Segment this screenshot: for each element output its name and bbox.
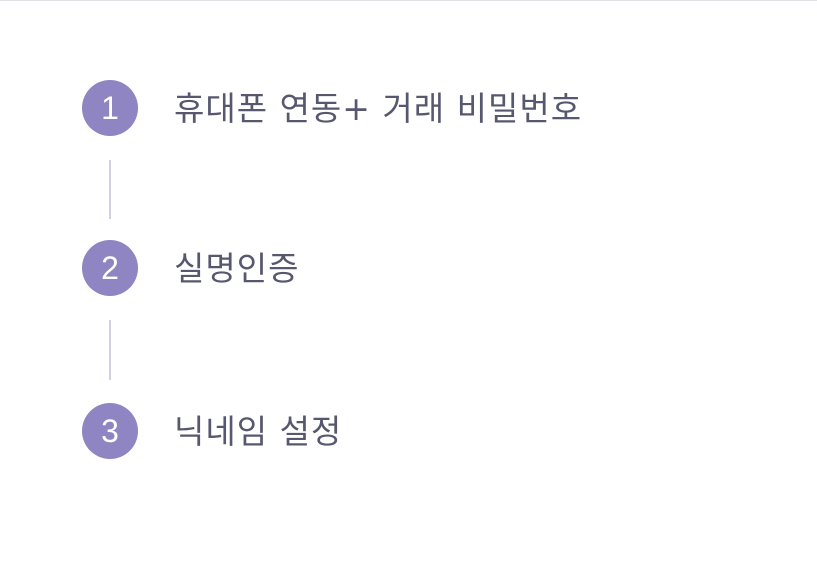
step-identity-verification: 2 실명인증	[82, 240, 299, 296]
step-nickname-setup: 3 닉네임 설정	[82, 403, 342, 459]
step-number-badge: 3	[82, 403, 138, 459]
step-label: 휴대폰 연동+ 거래 비밀번호	[174, 88, 583, 128]
step-connector-line	[109, 320, 111, 380]
step-label: 닉네임 설정	[174, 411, 343, 451]
step-phone-link-password: 1 휴대폰 연동+ 거래 비밀번호	[82, 80, 582, 136]
step-label: 실명인증	[174, 248, 300, 288]
step-number-badge: 2	[82, 240, 138, 296]
signup-step-list: 1 휴대폰 연동+ 거래 비밀번호 2 실명인증 3 닉네임 설정	[0, 0, 817, 570]
step-connector-line	[109, 160, 111, 219]
step-number-badge: 1	[82, 80, 138, 136]
